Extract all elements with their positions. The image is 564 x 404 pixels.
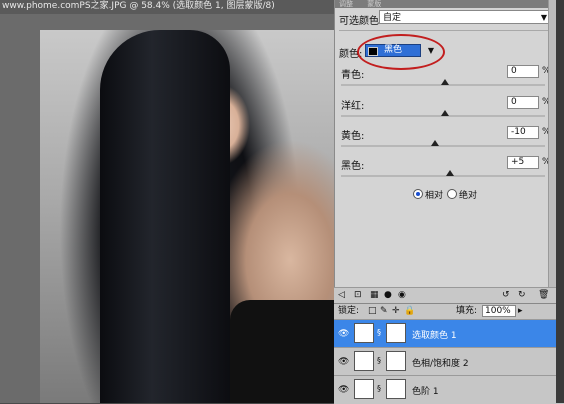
chain-icon[interactable]: §	[377, 328, 381, 337]
magenta-input[interactable]: 0	[507, 96, 539, 109]
radio-absolute-label: 绝对	[459, 191, 478, 201]
black-input[interactable]: +5	[507, 156, 539, 169]
layer-name: 色阶 1	[412, 387, 439, 397]
lock-pixels-icon[interactable]: □	[368, 304, 377, 319]
eye-icon[interactable]: ◉	[398, 290, 406, 300]
yellow-slider[interactable]	[341, 145, 545, 147]
right-edge-strip	[556, 0, 564, 403]
refresh-icon[interactable]: ↻	[518, 290, 526, 300]
chevron-down-icon: ▼	[540, 13, 547, 22]
layer-name: 色相/饱和度 2	[412, 359, 469, 369]
layer-icon[interactable]: ▦	[370, 290, 379, 300]
chain-icon[interactable]: §	[377, 356, 381, 365]
document-title: www.phome.comPS之家.JPG @ 58.4% (选取颜色 1, 图…	[0, 0, 336, 14]
lock-brush-icon[interactable]: ✎	[380, 304, 388, 319]
black-slider[interactable]	[341, 175, 545, 177]
preset-value: 自定	[383, 13, 402, 23]
slider-label-yellow: 黄色:	[341, 131, 365, 142]
photo-image	[40, 30, 334, 403]
trash-icon[interactable]: 🗑	[538, 290, 549, 300]
preset-select[interactable]: 自定 ▼	[379, 10, 551, 24]
layers-panel: 锁定: □ ✎ ✛ 🔒 填充: 100% ▸ 👁 § 选取颜色 1 👁 § 色相…	[334, 303, 564, 404]
adjustments-panel: 调整 蒙版 可选颜色 自定 ▼ 颜色: 黑色 ▼ 青色: 0 % 洋红: 0 %…	[334, 0, 557, 306]
slider-label-magenta: 洋红:	[341, 101, 365, 112]
adjustment-thumbnail	[354, 379, 374, 399]
visibility-icon[interactable]: ●	[384, 290, 392, 300]
yellow-input[interactable]: -10	[507, 126, 539, 139]
lock-move-icon[interactable]: ✛	[392, 304, 400, 319]
fill-label: 填充:	[456, 306, 478, 316]
cyan-input[interactable]: 0	[507, 65, 539, 78]
tab-adjustments[interactable]: 调整	[339, 0, 353, 8]
layer-name: 选取颜色 1	[412, 331, 457, 341]
chain-icon[interactable]: §	[377, 384, 381, 393]
fill-input[interactable]: 100%	[482, 305, 516, 317]
black-slider-thumb[interactable]	[446, 170, 454, 176]
preset-label: 可选颜色	[339, 16, 379, 27]
divider	[339, 30, 553, 31]
mask-thumbnail[interactable]	[386, 379, 406, 399]
radio-relative-label: 相对	[425, 191, 444, 201]
cyan-slider-thumb[interactable]	[441, 79, 449, 85]
hair-shape	[100, 30, 230, 403]
adjustment-thumbnail	[354, 351, 374, 371]
slider-label-black: 黑色:	[341, 161, 365, 172]
panel-footer-toolbar: ◁ ⊡ ▦ ● ◉ ↺ ↻ 🗑	[334, 287, 556, 304]
slider-label-cyan: 青色:	[341, 70, 365, 81]
dress-shape	[230, 300, 334, 403]
eye-icon[interactable]: 👁	[338, 357, 349, 367]
eye-icon[interactable]: 👁	[338, 329, 349, 339]
radio-absolute[interactable]: 绝对	[447, 188, 477, 201]
tab-masks[interactable]: 蒙版	[367, 0, 381, 8]
mask-thumbnail[interactable]	[386, 323, 406, 343]
radio-dot-selected	[413, 189, 423, 199]
lock-label: 锁定:	[338, 306, 360, 316]
chevron-right-icon[interactable]: ▸	[518, 304, 523, 319]
adjustment-thumbnail	[354, 323, 374, 343]
lock-icon[interactable]: 🔒	[404, 304, 415, 319]
eye-icon[interactable]: 👁	[338, 385, 349, 395]
panel-tabs: 调整 蒙版	[335, 0, 557, 8]
radio-relative[interactable]: 相对	[413, 188, 443, 201]
radio-dot	[447, 189, 457, 199]
magenta-slider-thumb[interactable]	[441, 110, 449, 116]
annotation-ellipse	[357, 34, 445, 70]
canvas-area[interactable]	[0, 14, 334, 403]
layer-row[interactable]: 👁 § 选取颜色 1	[334, 319, 556, 347]
layer-row[interactable]: 👁 § 色阶 1	[334, 375, 556, 403]
reset-icon[interactable]: ↺	[502, 290, 510, 300]
mask-thumbnail[interactable]	[386, 351, 406, 371]
clip-layer-icon[interactable]: ⊡	[354, 290, 362, 300]
layer-row[interactable]: 👁 § 色相/饱和度 2	[334, 347, 556, 375]
lock-bar: 锁定: □ ✎ ✛ 🔒 填充: 100% ▸	[334, 304, 564, 319]
back-arrow-icon[interactable]: ◁	[338, 290, 345, 300]
yellow-slider-thumb[interactable]	[431, 140, 439, 146]
